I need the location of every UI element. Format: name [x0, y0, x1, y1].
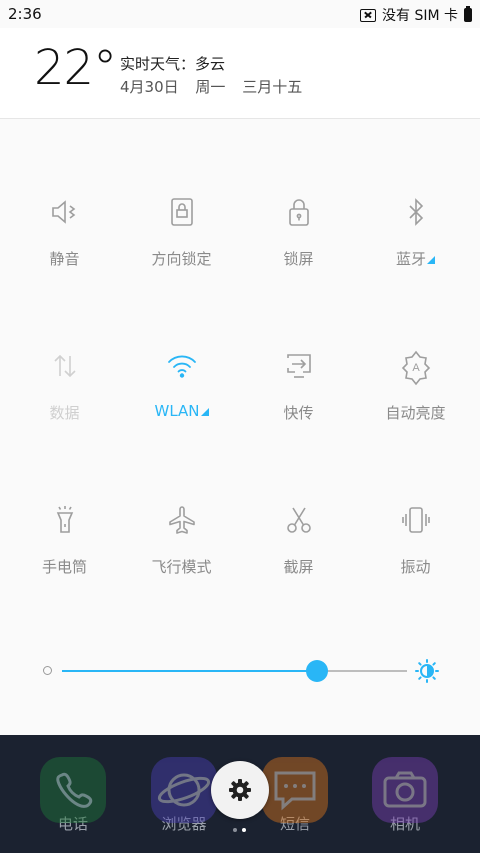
page-indicator [233, 828, 249, 832]
brightness-fill [62, 670, 318, 672]
date: 4月30日 [120, 78, 179, 96]
brightness-low-icon [43, 666, 52, 675]
toggle-label-text: WLAN [154, 402, 200, 420]
toggle-label: 数据 [49, 404, 80, 422]
data-icon [54, 354, 76, 378]
rotation-lock-icon [171, 198, 193, 226]
toggle-label: 振动 [400, 558, 431, 576]
toggle-label: 手电筒 [41, 558, 87, 576]
toggle-label: 方向锁定 [151, 250, 212, 268]
message-icon [262, 757, 328, 823]
status-bar: 2:36 没有 SIM 卡 [0, 0, 480, 28]
toggle-vibrate[interactable]: 振动 [357, 504, 474, 614]
wifi-icon [168, 355, 196, 378]
weather-description: 实时天气：多云 [120, 55, 226, 73]
vibrate-icon [402, 507, 430, 533]
date-line: 4月30日 周一 三月十五 [120, 76, 302, 97]
toggle-mobile-data[interactable]: 数据 [6, 350, 123, 460]
no-sim-icon [360, 8, 376, 22]
temperature: 22° [34, 40, 117, 96]
app-camera[interactable]: 相机 [370, 757, 440, 834]
toggle-quick-transfer[interactable]: 快传 [240, 350, 357, 460]
cast-icon [287, 354, 311, 378]
settings-button[interactable] [211, 761, 269, 819]
weather-header[interactable]: 22° 实时天气：多云 4月30日 周一 三月十五 [0, 28, 480, 119]
expand-corner-icon [200, 408, 209, 416]
toggle-label: 飞行模式 [151, 558, 212, 576]
toggle-bluetooth[interactable]: 蓝牙 [357, 196, 474, 306]
toggle-screenshot[interactable]: 截屏 [240, 504, 357, 614]
bluetooth-icon [409, 198, 424, 226]
auto-brightness-toggle-icon[interactable] [415, 659, 439, 683]
toggle-label: 蓝牙 [357, 248, 474, 269]
browser-icon [151, 757, 217, 823]
app-browser[interactable]: 浏览器 [149, 757, 219, 834]
app-messages[interactable]: 短信 [260, 757, 330, 834]
toggle-airplane-mode[interactable]: 飞行模式 [123, 504, 240, 614]
lock-icon [289, 199, 309, 226]
mute-icon [52, 200, 76, 224]
page-dot-active [242, 828, 246, 832]
no-sim-label: 没有 SIM 卡 [382, 8, 458, 24]
gear-icon [229, 779, 251, 801]
phone-icon [40, 757, 106, 823]
toggle-label: 截屏 [283, 558, 314, 576]
lunar-date: 三月十五 [242, 78, 303, 96]
scissors-icon [287, 507, 311, 533]
battery-charging-icon [464, 6, 472, 22]
toggle-label: 自动亮度 [385, 404, 446, 422]
brightness-slider[interactable] [40, 656, 440, 686]
airplane-icon [169, 506, 195, 534]
toggle-label: WLAN [123, 402, 240, 420]
toggle-rotation-lock[interactable]: 方向锁定 [123, 196, 240, 306]
toggle-label-text: 蓝牙 [395, 250, 426, 268]
app-phone[interactable]: 电话 [38, 757, 108, 834]
brightness-track[interactable] [62, 660, 407, 682]
auto-brightness-icon: A [401, 350, 431, 386]
toggle-label: 快传 [283, 404, 314, 422]
camera-icon [372, 757, 438, 823]
toggle-flashlight[interactable]: 手电筒 [6, 504, 123, 614]
toggle-mute[interactable]: 静音 [6, 196, 123, 306]
status-time: 2:36 [8, 5, 42, 23]
svg-text:A: A [412, 362, 420, 374]
expand-corner-icon [427, 256, 435, 264]
page-dot [233, 828, 237, 832]
toggle-label: 静音 [49, 250, 80, 268]
toggle-lock-screen[interactable]: 锁屏 [240, 196, 357, 306]
brightness-thumb[interactable] [306, 660, 329, 682]
status-indicators: 没有 SIM 卡 [360, 5, 472, 25]
toggle-label: 锁屏 [283, 250, 314, 268]
toggle-auto-brightness[interactable]: A 自动亮度 [357, 350, 474, 460]
flashlight-icon [56, 506, 74, 533]
toggle-wlan[interactable]: WLAN [123, 350, 240, 460]
weekday: 周一 [195, 78, 226, 96]
